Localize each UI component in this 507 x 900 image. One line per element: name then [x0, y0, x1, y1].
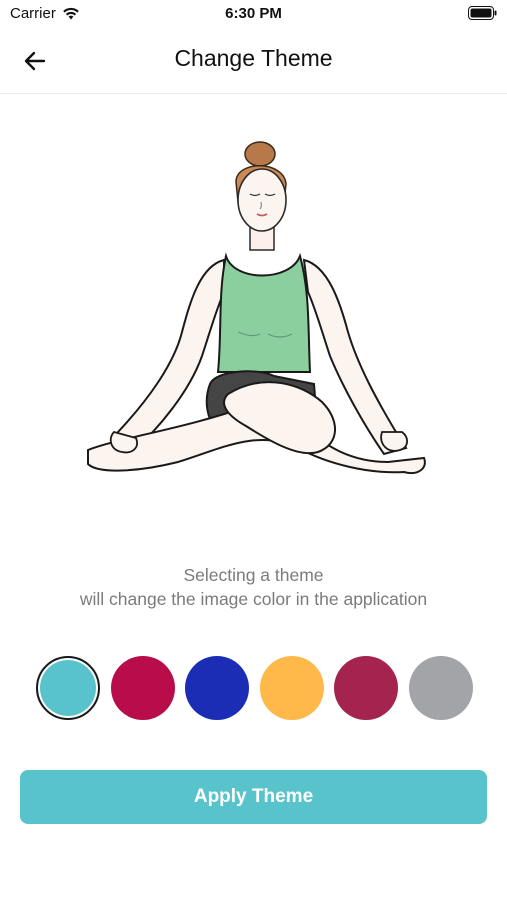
- status-time: 6:30 PM: [225, 5, 282, 22]
- status-bar: Carrier 6:30 PM: [0, 0, 507, 28]
- nav-bar: Change Theme: [0, 28, 507, 94]
- meditation-illustration: [87, 141, 426, 474]
- description-line-2: will change the image color in the appli…: [79, 589, 428, 609]
- theme-description: Selecting a theme will change the image …: [0, 563, 507, 611]
- theme-swatch[interactable]: [36, 656, 100, 720]
- theme-swatch[interactable]: [110, 656, 175, 720]
- theme-swatch[interactable]: [185, 656, 250, 720]
- description-line-1: Selecting a theme: [183, 565, 324, 585]
- change-theme-screen: Carrier 6:30 PM Change Theme Selecting a…: [0, 0, 507, 900]
- theme-swatch[interactable]: [408, 656, 473, 720]
- page-title: Change Theme: [174, 45, 333, 71]
- theme-swatch[interactable]: [259, 656, 324, 720]
- tank-top: [216, 252, 312, 373]
- apply-theme-button[interactable]: Apply Theme: [20, 770, 487, 824]
- battery-icon: [468, 6, 497, 20]
- theme-swatches: [36, 656, 473, 720]
- theme-swatch[interactable]: [334, 656, 399, 720]
